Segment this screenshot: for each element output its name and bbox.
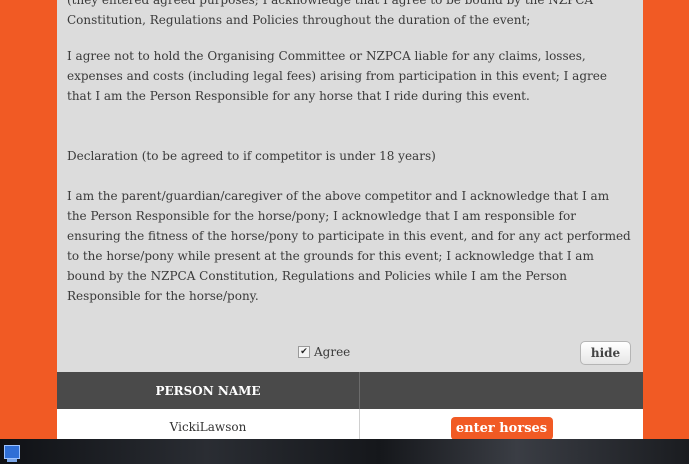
guardian-heading-text: Declaration (to be agreed to if competit… — [67, 149, 436, 163]
guardian-text: I am the parent/guardian/caregiver of th… — [67, 186, 631, 306]
taskbar — [0, 439, 689, 464]
agree-checkbox[interactable]: ✔ — [298, 346, 310, 358]
table-header: PERSON NAME — [57, 372, 643, 409]
agree-label: Agree — [314, 345, 351, 359]
hide-button[interactable]: hide — [580, 341, 631, 365]
liability-text: I agree not to hold the Organising Commi… — [67, 46, 631, 106]
guardian-heading: Declaration (to be agreed to if competit… — [67, 146, 631, 166]
column-header-action — [360, 372, 643, 409]
liability-paragraph: I agree not to hold the Organising Commi… — [67, 49, 607, 103]
enter-horses-button[interactable]: enter horses — [450, 416, 553, 440]
declaration-top-text: (they entered agreed purposes; I acknowl… — [67, 0, 631, 30]
computer-icon[interactable] — [4, 445, 20, 462]
persons-table: PERSON NAME VickiLawson enter horses — [57, 372, 643, 445]
guardian-paragraph: I am the parent/guardian/caregiver of th… — [67, 189, 631, 303]
declaration-panel: (they entered agreed purposes; I acknowl… — [57, 0, 643, 372]
declaration-paragraph: (they entered agreed purposes; I acknowl… — [67, 0, 594, 27]
agree-row[interactable]: ✔ Agree — [298, 342, 350, 362]
column-header-person-name: PERSON NAME — [57, 372, 360, 409]
